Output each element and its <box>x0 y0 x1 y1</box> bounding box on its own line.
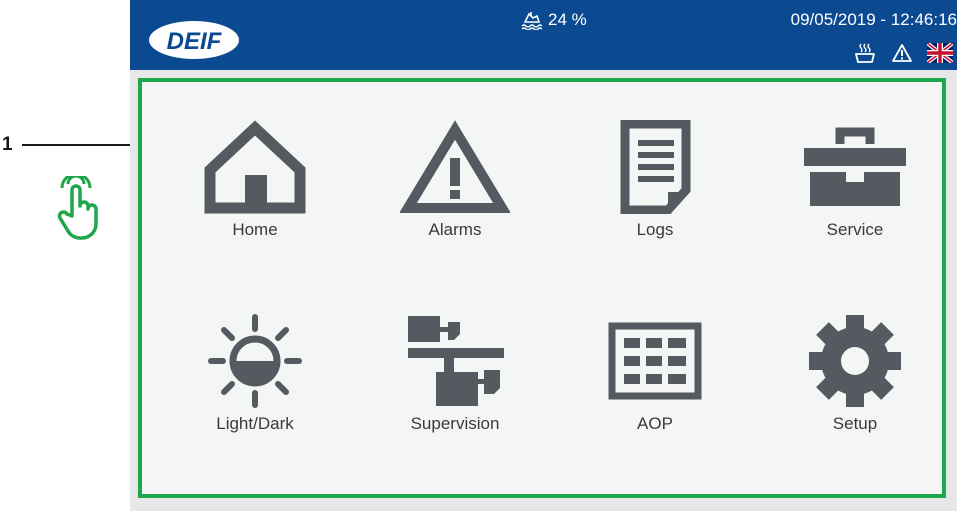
menu-item-supervision[interactable]: Supervision <box>355 314 555 484</box>
logo-text: DEIF <box>167 28 223 55</box>
status-header: DEIF 24 % 09/05/2019 - 12:46:16 <box>130 0 957 70</box>
toolbox-icon <box>804 127 906 206</box>
menu-item-label: Service <box>826 220 884 239</box>
fuel-tank-icon <box>521 12 542 30</box>
keypad-grid-icon <box>608 322 702 400</box>
gear-icon <box>809 315 901 407</box>
menu-item-home[interactable]: Home <box>155 120 355 290</box>
warning-triangle-icon <box>400 120 510 213</box>
house-icon <box>204 120 306 214</box>
date-time: 09/05/2019 - 12:46:16 <box>790 10 957 29</box>
menu-item-label: Logs <box>636 220 674 239</box>
callout-line <box>22 144 132 146</box>
status-icons <box>853 42 953 64</box>
menu-item-label: Setup <box>832 414 878 433</box>
menu-item-label: Home <box>232 220 278 239</box>
touch-hand-icon <box>57 176 98 240</box>
menu-item-label: Alarms <box>428 220 482 239</box>
hmi-screen: DEIF 24 % 09/05/2019 - 12:46:16 Home Ala… <box>130 0 957 511</box>
network-icon <box>408 316 504 406</box>
callout-number: 1 <box>2 134 13 155</box>
fuel-level-value: 24 % <box>548 10 587 29</box>
fuel-level: 24 % <box>520 10 587 30</box>
menu-item-label: Supervision <box>410 414 500 433</box>
main-menu-panel: Home Alarms Logs Service Light/Dark Supe… <box>138 78 946 498</box>
warning-icon[interactable] <box>891 43 913 63</box>
menu-item-logs[interactable]: Logs <box>555 120 755 290</box>
menu-item-aop[interactable]: AOP <box>555 314 755 484</box>
sun-half-icon <box>208 314 302 408</box>
menu-item-service[interactable]: Service <box>755 120 955 290</box>
heater-icon[interactable] <box>853 42 877 64</box>
uk-flag-icon[interactable] <box>927 43 953 63</box>
document-icon <box>620 120 691 214</box>
menu-item-alarms[interactable]: Alarms <box>355 120 555 290</box>
menu-item-label: Light/Dark <box>216 414 294 433</box>
menu-item-setup[interactable]: Setup <box>755 314 955 484</box>
menu-item-label: AOP <box>637 414 673 433</box>
deif-logo: DEIF <box>149 21 239 59</box>
menu-item-light-dark[interactable]: Light/Dark <box>155 314 355 484</box>
